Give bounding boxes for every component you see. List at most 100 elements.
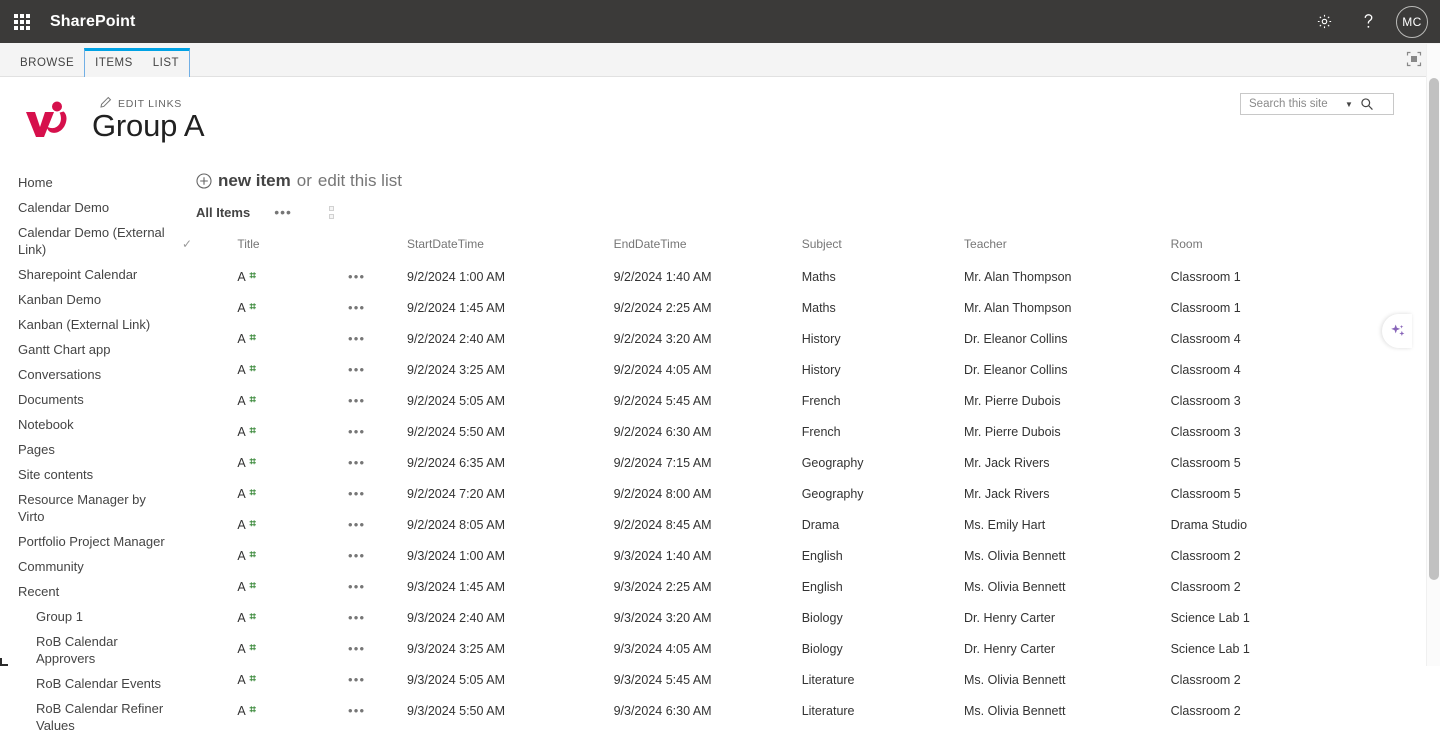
row-select-checkbox[interactable] bbox=[182, 261, 237, 292]
sidebar-item-resource-manager-by-virto[interactable]: Resource Manager by Virto bbox=[0, 487, 182, 529]
row-select-checkbox[interactable] bbox=[182, 571, 237, 602]
gear-icon[interactable] bbox=[1302, 0, 1346, 43]
cell-title[interactable]: A⌗ bbox=[237, 695, 348, 726]
ellipsis-icon[interactable]: ••• bbox=[348, 300, 365, 315]
table-row[interactable]: A⌗•••9/2/2024 5:50 AM9/2/2024 6:30 AMFre… bbox=[182, 416, 1392, 447]
tab-items[interactable]: ITEMS bbox=[85, 51, 143, 77]
view-ellipsis-icon[interactable]: ••• bbox=[274, 204, 292, 220]
row-ellipsis-menu[interactable]: ••• bbox=[348, 261, 407, 292]
sidebar-item-notebook[interactable]: Notebook bbox=[0, 412, 182, 437]
ellipsis-icon[interactable]: ••• bbox=[348, 486, 365, 501]
row-ellipsis-menu[interactable]: ••• bbox=[348, 540, 407, 571]
sidebar-item-gantt-chart-app[interactable]: Gantt Chart app bbox=[0, 337, 182, 362]
table-row[interactable]: A⌗•••9/3/2024 5:50 AM9/3/2024 6:30 AMLit… bbox=[182, 695, 1392, 726]
item-title-link[interactable]: A bbox=[237, 425, 245, 439]
tab-browse[interactable]: BROWSE bbox=[10, 51, 84, 77]
column-header-enddatetime[interactable]: EndDateTime bbox=[614, 237, 802, 261]
item-title-link[interactable]: A bbox=[237, 518, 245, 532]
new-item-link[interactable]: new item bbox=[218, 171, 291, 191]
ellipsis-icon[interactable]: ••• bbox=[348, 424, 365, 439]
item-title-link[interactable]: A bbox=[237, 611, 245, 625]
ellipsis-icon[interactable]: ••• bbox=[348, 331, 365, 346]
table-row[interactable]: A⌗•••9/3/2024 1:00 AM9/3/2024 1:40 AMEng… bbox=[182, 540, 1392, 571]
column-header-room[interactable]: Room bbox=[1171, 237, 1392, 261]
cell-title[interactable]: A⌗ bbox=[237, 261, 348, 292]
row-select-checkbox[interactable] bbox=[182, 664, 237, 695]
cell-title[interactable]: A⌗ bbox=[237, 447, 348, 478]
tab-list[interactable]: LIST bbox=[143, 51, 189, 77]
item-title-link[interactable]: A bbox=[237, 456, 245, 470]
scrollbar-thumb[interactable] bbox=[1429, 78, 1439, 580]
cell-title[interactable]: A⌗ bbox=[237, 664, 348, 695]
table-row[interactable]: A⌗•••9/3/2024 5:05 AM9/3/2024 5:45 AMLit… bbox=[182, 664, 1392, 695]
ellipsis-icon[interactable]: ••• bbox=[348, 362, 365, 377]
cell-title[interactable]: A⌗ bbox=[237, 416, 348, 447]
item-title-link[interactable]: A bbox=[237, 270, 245, 284]
row-ellipsis-menu[interactable]: ••• bbox=[348, 571, 407, 602]
row-ellipsis-menu[interactable]: ••• bbox=[348, 447, 407, 478]
sidebar-item-group-1[interactable]: Group 1 bbox=[0, 604, 182, 629]
ellipsis-icon[interactable]: ••• bbox=[348, 455, 365, 470]
sidebar-item-recent[interactable]: Recent bbox=[0, 579, 182, 604]
vertical-scrollbar[interactable] bbox=[1426, 44, 1440, 666]
app-launcher-icon[interactable] bbox=[0, 0, 44, 43]
ellipsis-icon[interactable]: ••• bbox=[348, 703, 365, 718]
row-ellipsis-menu[interactable]: ••• bbox=[348, 354, 407, 385]
table-row[interactable]: A⌗•••9/3/2024 1:45 AM9/3/2024 2:25 AMEng… bbox=[182, 571, 1392, 602]
sidebar-item-calendar-demo[interactable]: Calendar Demo bbox=[0, 195, 182, 220]
table-row[interactable]: A⌗•••9/2/2024 2:40 AM9/2/2024 3:20 AMHis… bbox=[182, 323, 1392, 354]
row-select-checkbox[interactable] bbox=[182, 416, 237, 447]
copilot-sparkle-icon[interactable] bbox=[1382, 314, 1412, 348]
sharepoint-brand-link[interactable]: SharePoint bbox=[50, 13, 135, 31]
row-ellipsis-menu[interactable]: ••• bbox=[348, 664, 407, 695]
sidebar-item-rob-calendar-events[interactable]: RoB Calendar Events bbox=[0, 671, 182, 696]
row-select-checkbox[interactable] bbox=[182, 292, 237, 323]
ellipsis-icon[interactable]: ••• bbox=[348, 269, 365, 284]
row-select-checkbox[interactable] bbox=[182, 633, 237, 664]
ellipsis-icon[interactable]: ••• bbox=[348, 548, 365, 563]
ellipsis-icon[interactable]: ••• bbox=[348, 610, 365, 625]
row-select-checkbox[interactable] bbox=[182, 602, 237, 633]
chevron-down-icon[interactable]: ▼ bbox=[1341, 100, 1357, 109]
sidebar-item-rob-calendar-approvers[interactable]: RoB Calendar Approvers bbox=[0, 629, 182, 671]
cell-title[interactable]: A⌗ bbox=[237, 478, 348, 509]
ellipsis-icon[interactable]: ••• bbox=[348, 579, 365, 594]
row-ellipsis-menu[interactable]: ••• bbox=[348, 509, 407, 540]
sidebar-item-kanban-external-link[interactable]: Kanban (External Link) bbox=[0, 312, 182, 337]
row-ellipsis-menu[interactable]: ••• bbox=[348, 416, 407, 447]
row-ellipsis-menu[interactable]: ••• bbox=[348, 323, 407, 354]
sidebar-item-rob-calendar-refiner-values[interactable]: RoB Calendar Refiner Values bbox=[0, 696, 182, 738]
row-ellipsis-menu[interactable]: ••• bbox=[348, 478, 407, 509]
cell-title[interactable]: A⌗ bbox=[237, 509, 348, 540]
focus-on-content-icon[interactable] bbox=[1402, 47, 1426, 71]
row-ellipsis-menu[interactable]: ••• bbox=[348, 695, 407, 726]
sidebar-item-community[interactable]: Community bbox=[0, 554, 182, 579]
item-title-link[interactable]: A bbox=[237, 673, 245, 687]
item-title-link[interactable]: A bbox=[237, 301, 245, 315]
ellipsis-icon[interactable]: ••• bbox=[348, 393, 365, 408]
row-ellipsis-menu[interactable]: ••• bbox=[348, 602, 407, 633]
table-row[interactable]: A⌗•••9/2/2024 1:45 AM9/2/2024 2:25 AMMat… bbox=[182, 292, 1392, 323]
cell-title[interactable]: A⌗ bbox=[237, 354, 348, 385]
item-title-link[interactable]: A bbox=[237, 642, 245, 656]
row-select-checkbox[interactable] bbox=[182, 478, 237, 509]
row-ellipsis-menu[interactable]: ••• bbox=[348, 385, 407, 416]
cell-title[interactable]: A⌗ bbox=[237, 292, 348, 323]
ellipsis-icon[interactable]: ••• bbox=[348, 672, 365, 687]
row-select-checkbox[interactable] bbox=[182, 509, 237, 540]
table-row[interactable]: A⌗•••9/3/2024 3:25 AM9/3/2024 4:05 AMBio… bbox=[182, 633, 1392, 664]
ellipsis-icon[interactable]: ••• bbox=[348, 517, 365, 532]
cell-title[interactable]: A⌗ bbox=[237, 571, 348, 602]
sidebar-item-pages[interactable]: Pages bbox=[0, 437, 182, 462]
edit-this-list-link[interactable]: edit this list bbox=[318, 171, 402, 191]
row-select-checkbox[interactable] bbox=[182, 447, 237, 478]
sidebar-item-site-contents[interactable]: Site contents bbox=[0, 462, 182, 487]
item-title-link[interactable]: A bbox=[237, 487, 245, 501]
avatar[interactable]: MC bbox=[1396, 6, 1428, 38]
row-select-checkbox[interactable] bbox=[182, 540, 237, 571]
table-row[interactable]: A⌗•••9/3/2024 2:40 AM9/3/2024 3:20 AMBio… bbox=[182, 602, 1392, 633]
table-row[interactable]: A⌗•••9/2/2024 6:35 AM9/2/2024 7:15 AMGeo… bbox=[182, 447, 1392, 478]
select-all-checkmark-icon[interactable]: ✓ bbox=[182, 237, 237, 261]
table-row[interactable]: A⌗•••9/2/2024 3:25 AM9/2/2024 4:05 AMHis… bbox=[182, 354, 1392, 385]
row-select-checkbox[interactable] bbox=[182, 323, 237, 354]
